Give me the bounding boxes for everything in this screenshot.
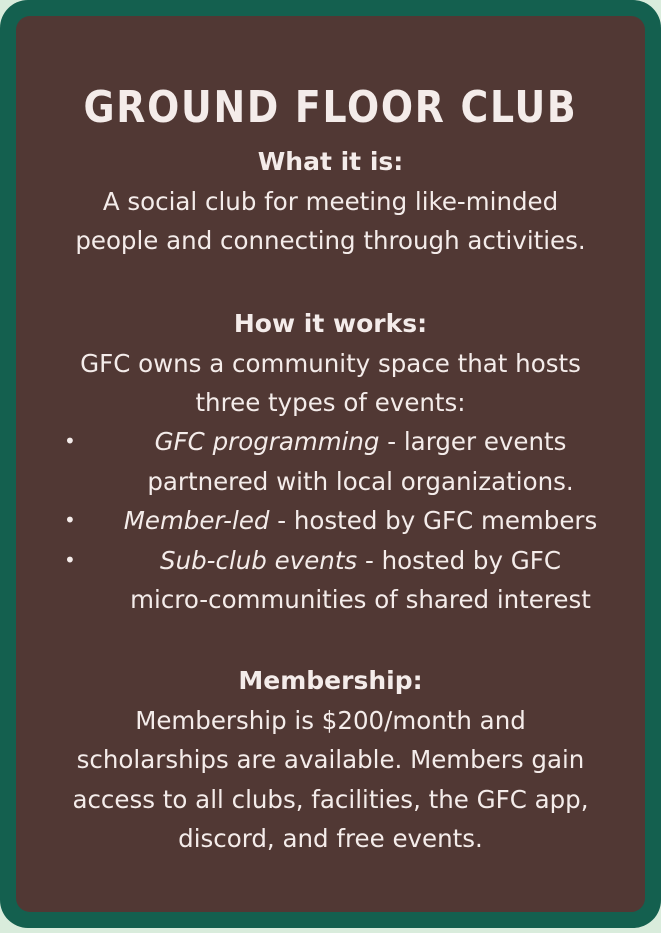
event-type-term: Member-led — [123, 506, 270, 535]
membership-line-4: discord, and free events. — [178, 824, 483, 853]
what-it-is-line-2: people and connecting through activities… — [75, 226, 586, 255]
list-item: • GFC programming - larger events partne… — [16, 422, 645, 501]
membership-line-2: scholarships are available. Members gain — [76, 745, 585, 774]
event-types-list: • GFC programming - larger events partne… — [16, 422, 645, 620]
event-type-description: - hosted by GFC — [357, 545, 561, 575]
club-title: GROUND FLOOR CLUB — [83, 82, 578, 133]
membership-line-1: Membership is $200/month and — [135, 705, 526, 735]
what-it-is-line-1: A social club for meeting like-minded — [102, 186, 559, 216]
bullet-icon: • — [64, 508, 76, 532]
list-item: • Sub-club events - hosted by GFC micro-… — [16, 541, 645, 620]
how-it-works-line-1: GFC owns a community space that hosts — [80, 348, 581, 378]
event-type-term: Sub-club events — [160, 545, 358, 575]
event-type-description: - hosted by GFC members — [269, 506, 598, 535]
event-type-description: - larger events — [379, 427, 567, 456]
event-type-term: GFC programming — [154, 427, 380, 456]
bullet-icon: • — [64, 429, 76, 453]
what-it-is-section: What it is: A social club for meeting li… — [16, 142, 645, 261]
what-it-is-heading: What it is: — [257, 147, 404, 176]
how-it-works-section: How it works: GFC owns a community space… — [16, 304, 645, 423]
bullet-icon: • — [64, 547, 76, 572]
how-it-works-line-2: three types of events: — [195, 388, 466, 417]
list-item: • Member-led - hosted by GFC members — [16, 501, 645, 541]
membership-section: Membership: Membership is $200/month and… — [16, 661, 645, 859]
how-it-works-heading: How it works: — [233, 309, 428, 338]
event-type-continuation: partnered with local organizations. — [147, 466, 574, 496]
membership-heading: Membership: — [238, 666, 423, 695]
event-type-continuation: micro-communities of shared interest — [130, 585, 591, 614]
membership-line-3: access to all clubs, facilities, the GFC… — [72, 784, 589, 814]
info-card: GROUND FLOOR CLUB What it is: A social c… — [16, 16, 645, 912]
